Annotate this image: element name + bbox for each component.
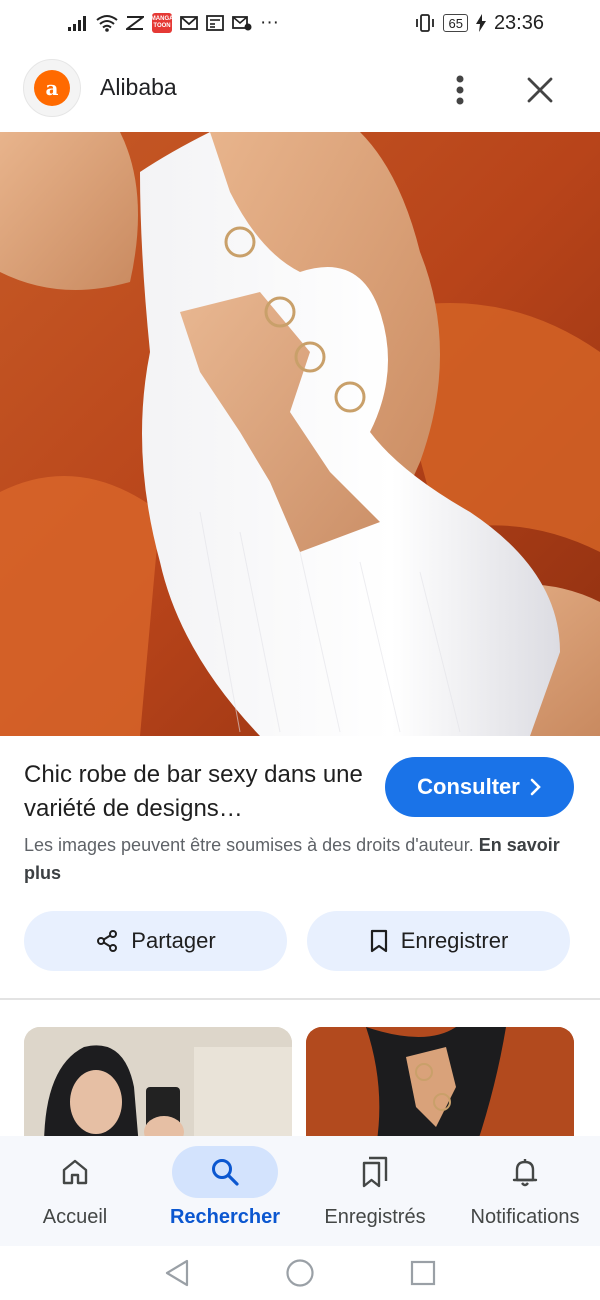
nav-item-notifications[interactable]: Notifications xyxy=(450,1136,600,1246)
wifi-icon xyxy=(96,14,118,32)
alibaba-logo-icon: a xyxy=(34,70,70,106)
product-title: Chic robe de bar sexy dans une variété d… xyxy=(24,761,363,822)
copyright-text: Les images peuvent être soumises à des d… xyxy=(24,835,474,855)
app-header: a Alibaba xyxy=(0,56,600,122)
battery-indicator: 65 xyxy=(443,14,468,32)
nav-label-search: Rechercher xyxy=(169,1206,281,1228)
more-dots-icon: ··· xyxy=(260,12,279,33)
vertical-dots-icon xyxy=(456,75,464,105)
bookmark-icon xyxy=(370,929,387,953)
clock: 23:36 xyxy=(493,11,544,34)
consult-button[interactable]: Consulter xyxy=(385,757,574,817)
share-button[interactable]: Partager xyxy=(24,911,287,971)
charging-icon xyxy=(475,14,486,32)
nav-label-saved: Enregistrés xyxy=(324,1206,426,1228)
home-icon xyxy=(62,1159,88,1185)
product-photo-illustration xyxy=(0,132,600,736)
close-icon xyxy=(527,77,553,103)
system-navigation-bar xyxy=(0,1246,600,1300)
share-icon xyxy=(97,930,118,952)
section-divider xyxy=(0,998,600,1000)
more-options-button[interactable] xyxy=(440,70,480,110)
nav-icon-container-active xyxy=(172,1146,278,1198)
related-image-1[interactable] xyxy=(24,1027,292,1147)
copyright-notice: Les images peuvent être soumises à des d… xyxy=(24,831,564,887)
data-saver-icon xyxy=(126,14,144,32)
bookmarks-icon xyxy=(362,1156,388,1188)
gmail-icon xyxy=(180,14,198,32)
back-icon[interactable] xyxy=(163,1258,191,1288)
nav-label-notifications: Notifications xyxy=(470,1206,580,1228)
related-photo-1 xyxy=(24,1027,292,1147)
mail-icon xyxy=(232,14,252,32)
app-logo[interactable]: a xyxy=(23,59,81,117)
status-bar: MANGA TOON ··· 65 23:36 xyxy=(0,0,600,46)
save-button[interactable]: Enregistrer xyxy=(307,911,570,971)
share-label: Partager xyxy=(131,928,216,953)
nav-item-home[interactable]: Accueil xyxy=(0,1136,150,1246)
save-label: Enregistrer xyxy=(400,928,509,953)
close-button[interactable] xyxy=(518,68,562,112)
bell-icon xyxy=(512,1159,538,1187)
search-icon xyxy=(212,1159,239,1186)
consult-label: Consulter xyxy=(417,774,520,799)
related-photo-2 xyxy=(306,1027,574,1147)
app-title: Alibaba xyxy=(100,74,177,100)
product-image[interactable] xyxy=(0,132,600,736)
nav-label-home: Accueil xyxy=(42,1206,108,1228)
nav-icon-container xyxy=(22,1146,128,1198)
status-right-icons: 65 23:36 xyxy=(415,12,544,35)
nav-item-search[interactable]: Rechercher xyxy=(150,1136,300,1246)
news-icon xyxy=(206,14,224,32)
signal-icon xyxy=(68,14,88,32)
home-circle-icon[interactable] xyxy=(285,1258,315,1288)
related-image-2[interactable] xyxy=(306,1027,574,1147)
vibrate-icon xyxy=(415,14,435,32)
nav-item-saved[interactable]: Enregistrés xyxy=(300,1136,450,1246)
nav-icon-container xyxy=(322,1146,428,1198)
recents-icon[interactable] xyxy=(409,1259,437,1287)
nav-icon-container xyxy=(472,1146,578,1198)
manga-app-icon: MANGA TOON xyxy=(151,13,173,33)
bottom-navigation: Accueil Rechercher Enregistrés Notificat… xyxy=(0,1136,600,1246)
status-left-icons: MANGA TOON ··· xyxy=(68,12,279,33)
chevron-right-icon xyxy=(530,778,541,796)
